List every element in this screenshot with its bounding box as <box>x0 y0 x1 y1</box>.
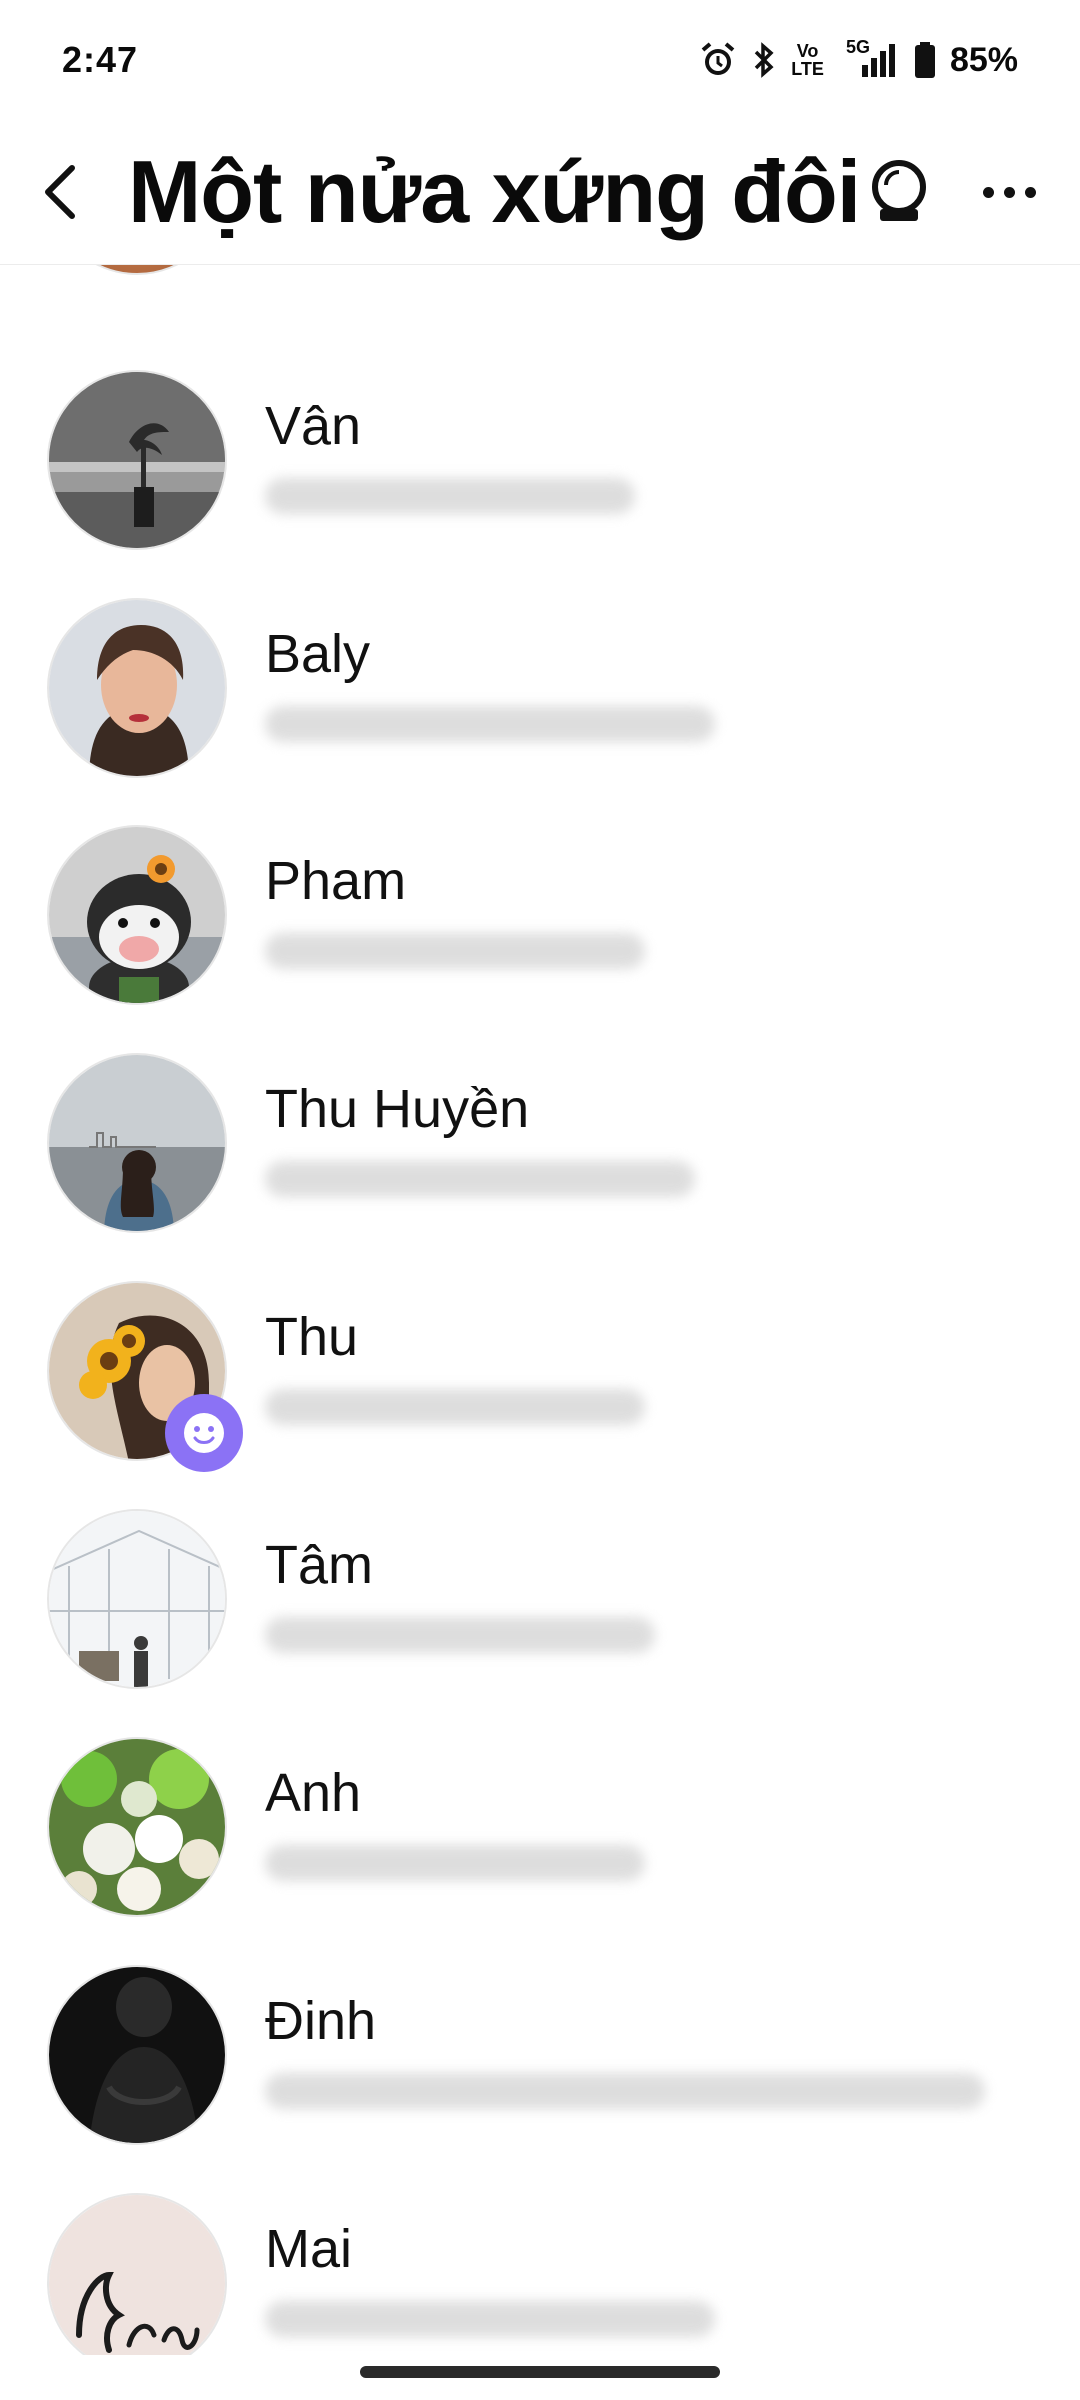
list-item[interactable]: Anh <box>0 1737 1080 1965</box>
avatar <box>47 1053 227 1233</box>
status-icons: Vo LTE 5G 85% <box>699 37 1018 80</box>
battery-percent: 85% <box>949 40 1018 79</box>
crystal-ball-icon <box>864 157 934 227</box>
message-preview <box>265 706 715 742</box>
bluetooth-icon <box>751 41 777 79</box>
status-bar: 2:47 Vo LTE 5G 85% <box>0 0 1080 120</box>
list-item[interactable]: Vân <box>0 370 1080 598</box>
list-item[interactable]: Tâm <box>0 1509 1080 1737</box>
list-item[interactable]: Thu Huyền <box>0 1053 1080 1281</box>
list-item[interactable]: Pham <box>0 825 1080 1053</box>
contact-name: Anh <box>265 1763 362 1823</box>
contact-name: Mai <box>265 2219 353 2279</box>
message-preview <box>265 2073 985 2109</box>
message-preview <box>265 933 645 969</box>
contact-name: Thu Huyền <box>265 1079 530 1139</box>
list-item[interactable]: Thu <box>0 1281 1080 1509</box>
list-item[interactable]: Mai <box>0 2193 1080 2355</box>
avatar <box>47 2193 227 2355</box>
contact-name: Tâm <box>265 1535 373 1595</box>
chevron-left-icon <box>45 165 75 219</box>
avatar <box>47 825 227 1005</box>
home-indicator[interactable] <box>360 2366 720 2378</box>
message-preview <box>265 1845 645 1881</box>
volte-icon: Vo LTE <box>791 41 824 79</box>
contact-name: Vân <box>265 396 362 456</box>
avatar <box>47 1737 227 1917</box>
message-preview <box>265 478 635 514</box>
alarm-icon <box>699 41 737 79</box>
message-preview <box>265 1161 695 1197</box>
more-options-button[interactable] <box>983 186 1050 198</box>
list-item[interactable]: Đinh <box>0 1965 1080 2193</box>
avatar <box>47 1965 227 2145</box>
message-preview <box>265 2301 715 2337</box>
back-button[interactable] <box>30 152 90 232</box>
smiley-icon <box>165 1394 243 1472</box>
contact-name: Đinh <box>265 1991 377 2051</box>
avatar <box>47 598 227 778</box>
contact-name: Pham <box>265 851 407 911</box>
signal-icon: 5G <box>838 37 900 79</box>
battery-icon <box>914 41 936 79</box>
contact-name: Baly <box>265 624 371 684</box>
list-item[interactable]: Baly <box>0 598 1080 826</box>
contact-list: Vân Baly Pham Thu Huyền Thu Tâm Anh Đinh… <box>0 205 1080 2355</box>
avatar <box>47 1509 227 1689</box>
header: Một nửa xứng đôi <box>0 120 1080 265</box>
page-title: Một nửa xứng đôi <box>128 142 861 241</box>
message-preview <box>265 1389 645 1425</box>
contact-name: Thu <box>265 1307 359 1367</box>
message-preview <box>265 1617 655 1653</box>
avatar <box>47 370 227 550</box>
status-time: 2:47 <box>62 39 139 80</box>
